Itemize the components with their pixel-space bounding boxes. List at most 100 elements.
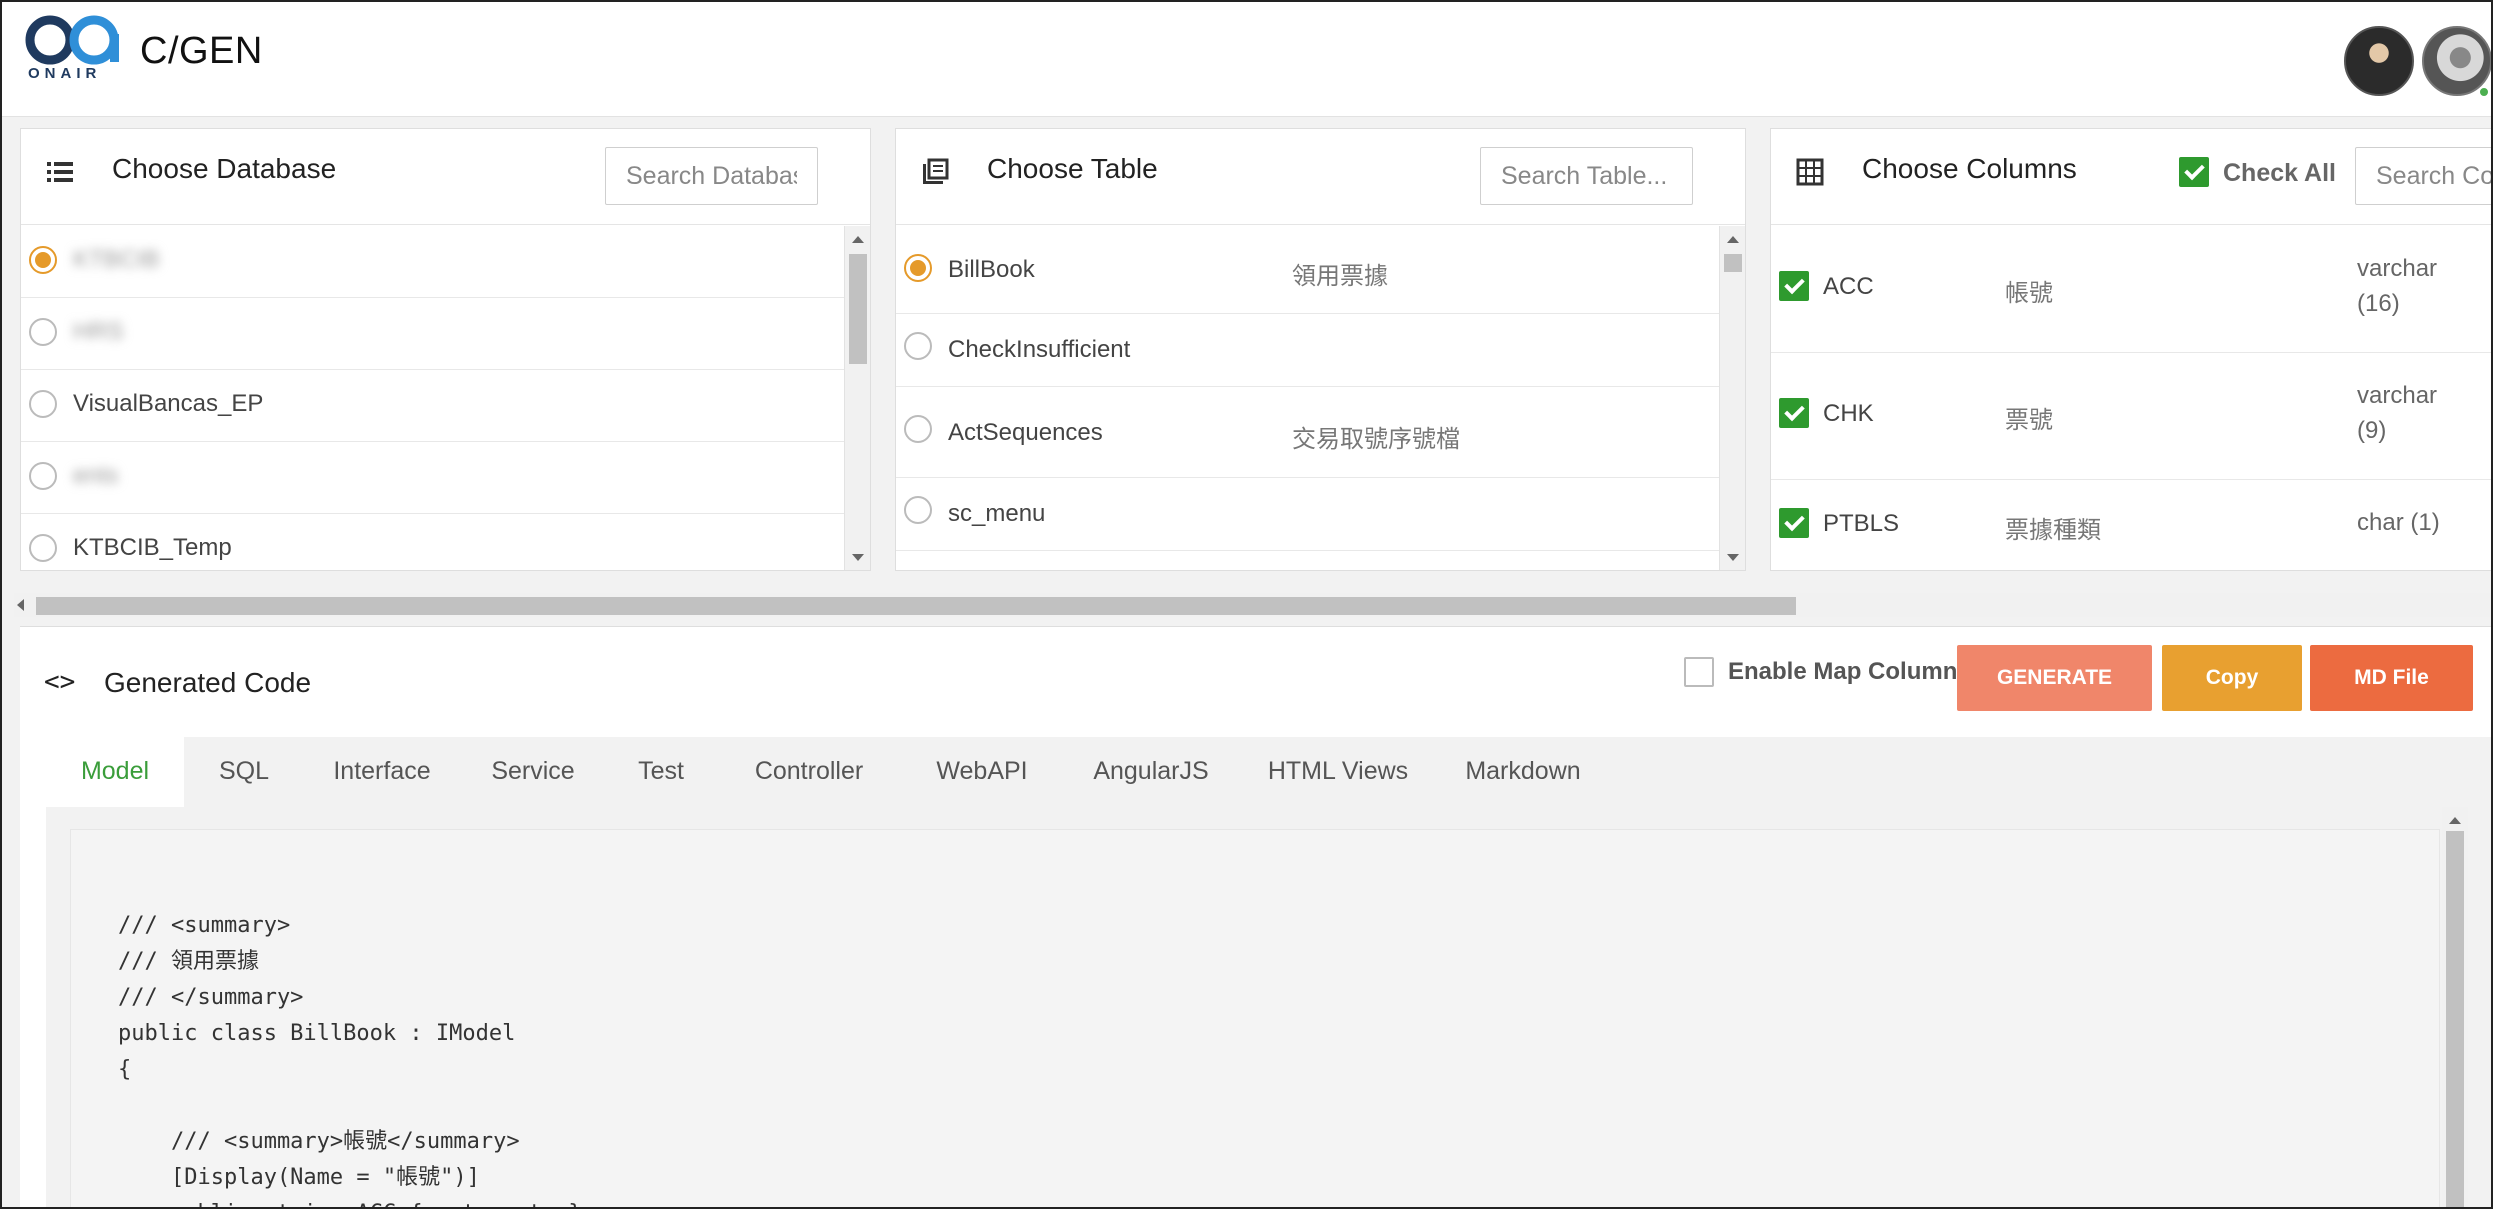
database-radio[interactable] [29,318,57,346]
scroll-up-icon[interactable] [852,236,864,243]
table-radio[interactable] [904,332,932,360]
tab-webapi[interactable]: WebAPI [902,737,1062,807]
database-label: ents [73,462,119,489]
column-checkbox[interactable] [1779,398,1809,428]
table-radio[interactable] [904,254,932,282]
scroll-thumb[interactable] [849,254,867,364]
table-panel-header: Choose Table [896,129,1745,225]
check-all-label[interactable]: Check All [2223,159,2336,188]
copy-button[interactable]: Copy [2162,645,2302,711]
column-type: varchar (16) [2357,251,2437,321]
table-name: CheckInsufficient [948,336,1131,363]
code-output[interactable]: /// <summary> /// 領用票據 /// </summary> pu… [70,829,2440,1207]
logo-text: ONAIR [28,65,102,82]
tab-sql[interactable]: SQL [184,737,304,807]
column-type: varchar (9) [2357,378,2437,448]
app-title[interactable]: C/GEN [140,30,263,73]
enable-map-column-checkbox[interactable] [1684,657,1714,687]
column-name: ACC [1823,273,1874,300]
code-line: /// <summary> [118,913,291,938]
scroll-thumb[interactable] [1724,254,1742,272]
table-radio[interactable] [904,496,932,524]
database-item[interactable]: VisualBancas_EP [21,370,845,442]
online-status-icon [2478,86,2490,98]
table-search-input[interactable] [1480,147,1693,205]
table-panel: Choose Table BillBook 領用票據 CheckInsuffic… [895,128,1746,571]
tab-markdown[interactable]: Markdown [1436,737,1610,807]
columns-list: ACC 帳號 varchar (16) CHK 票號 varchar (9) P… [1771,226,2491,570]
column-checkbox[interactable] [1779,508,1809,538]
book-stack-icon [923,158,949,184]
columns-panel: Choose Columns Check All ACC 帳號 varchar … [1770,128,2491,571]
table-item[interactable]: ActSequences 交易取號序號檔 [896,387,1720,478]
code-line: [Display(Name = "帳號")] [118,1165,480,1190]
table-scrollbar[interactable] [1719,226,1745,570]
table-name: BillBook [948,256,1035,283]
database-scrollbar[interactable] [844,226,870,570]
tab-interface[interactable]: Interface [304,737,460,807]
generated-code-title: Generated Code [104,667,312,698]
database-item[interactable]: KTBCIB [21,226,845,298]
scroll-down-icon[interactable] [1727,554,1739,561]
table-desc: 交易取號序號檔 [1292,426,1460,453]
column-item[interactable]: CHK 票號 varchar (9) [1771,353,2491,480]
enable-map-column-label[interactable]: Enable Map Column [1728,658,1957,686]
table-list: BillBook 領用票據 CheckInsufficient ActSeque… [896,226,1720,570]
generate-button[interactable]: GENERATE [1957,645,2152,711]
scroll-left-icon[interactable] [17,599,24,611]
scroll-up-icon[interactable] [1727,236,1739,243]
database-panel: Choose Database KTBCIB HRS VisualBancas_… [20,128,871,571]
database-search-input[interactable] [605,147,818,205]
table-item[interactable]: CheckInsufficient [896,314,1720,387]
database-item[interactable]: ents [21,442,845,514]
table-grid-icon [1796,158,1824,186]
app-window: ONAIR C/GEN Choose Database KTBCIB HRS [0,0,2493,1209]
check-all-checkbox[interactable] [2179,157,2209,187]
database-label: KTBCIB [73,246,160,273]
table-name: sc_menu [948,500,1046,527]
column-checkbox[interactable] [1779,271,1809,301]
tab-service[interactable]: Service [460,737,606,807]
database-radio[interactable] [29,390,57,418]
code-scrollbar[interactable] [2442,807,2468,1207]
tab-test[interactable]: Test [606,737,716,807]
code-text: /// <summary> /// 領用票據 /// </summary> pu… [118,872,582,1207]
table-name: ActSequences [948,419,1103,446]
scroll-down-icon[interactable] [852,554,864,561]
table-item[interactable]: sc_menu [896,478,1720,551]
column-name: CHK [1823,400,1874,427]
database-radio[interactable] [29,246,57,274]
database-panel-header: Choose Database [21,129,870,225]
top-header: ONAIR C/GEN [2,2,2491,117]
tab-html-views[interactable]: HTML Views [1240,737,1436,807]
tab-controller[interactable]: Controller [716,737,902,807]
code-line: public class BillBook : IModel [118,1021,516,1046]
column-type-line: varchar [2357,382,2438,409]
columns-search-input[interactable] [2355,147,2491,205]
md-file-button[interactable]: MD File [2310,645,2473,711]
scroll-up-icon[interactable] [2449,817,2461,824]
table-item[interactable]: BillBook 領用票據 [896,226,1720,314]
code-line: { [118,1057,132,1082]
database-radio[interactable] [29,534,57,562]
database-radio[interactable] [29,462,57,490]
column-type-line: varchar [2357,255,2438,282]
column-desc: 票據種類 [2005,517,2101,544]
tab-angularjs[interactable]: AngularJS [1062,737,1240,807]
table-radio[interactable] [904,415,932,443]
column-type: char (1) [2357,509,2440,536]
user-avatar[interactable] [2344,26,2414,96]
horizontal-scroll-thumb[interactable] [36,597,1796,615]
scroll-thumb[interactable] [2446,831,2464,1207]
database-item[interactable]: HRS [21,298,845,370]
horizontal-scrollbar[interactable] [14,593,2491,617]
column-type-length: (9) [2357,417,2387,444]
database-panel-title: Choose Database [112,153,337,184]
code-line: /// </summary> [118,985,304,1010]
database-item[interactable]: KTBCIB_Temp [21,514,845,570]
column-item[interactable]: PTBLS 票據種類 char (1) [1771,480,2491,570]
column-item[interactable]: ACC 帳號 varchar (16) [1771,226,2491,353]
code-line: /// 領用票據 [118,949,259,974]
table-panel-title: Choose Table [987,153,1158,184]
tab-model[interactable]: Model [46,737,184,807]
